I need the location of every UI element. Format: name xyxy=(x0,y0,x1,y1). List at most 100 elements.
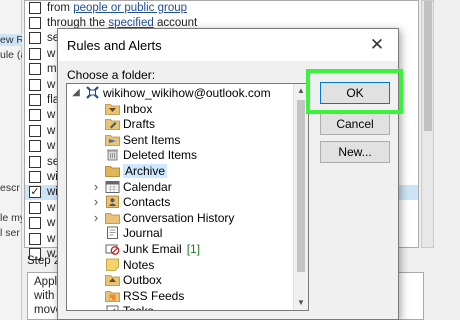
condition-row[interactable]: m xyxy=(29,62,57,77)
condition-row[interactable]: w xyxy=(29,108,55,123)
expand-icon[interactable]: › xyxy=(91,194,101,210)
condition-checkbox[interactable] xyxy=(29,170,41,183)
folder-item[interactable]: Notes xyxy=(67,257,293,273)
condition-row[interactable]: wi xyxy=(29,169,58,184)
dialog-titlebar: Rules and Alerts ✕ xyxy=(58,29,398,61)
journal-icon xyxy=(105,226,120,240)
folder-icon xyxy=(105,211,120,224)
condition-row[interactable]: from people or public group xyxy=(29,0,187,15)
folder-item[interactable]: Junk Email [1] xyxy=(67,241,293,257)
wizard-left-fragment: ew R xyxy=(0,34,22,46)
folder-item[interactable]: Journal xyxy=(67,225,293,241)
condition-checkbox[interactable] xyxy=(29,232,41,245)
tasks-icon xyxy=(105,304,120,310)
condition-row[interactable]: w xyxy=(29,46,55,61)
folder-label: Outbox xyxy=(123,273,162,288)
scroll-down-icon[interactable]: ▼ xyxy=(294,296,308,310)
new-folder-button[interactable]: New... xyxy=(320,141,390,163)
unread-count: [1] xyxy=(186,242,201,256)
condition-row[interactable]: w xyxy=(29,200,55,215)
folder-tree-scrollbar-thumb[interactable] xyxy=(297,100,305,272)
condition-checkbox[interactable] xyxy=(29,32,41,45)
folder-label: Sent Items xyxy=(123,132,181,147)
folder-item[interactable]: Archive xyxy=(67,163,293,179)
folder-label: Inbox xyxy=(123,101,153,116)
rss-feeds-icon xyxy=(105,289,120,302)
condition-row[interactable]: se xyxy=(29,154,59,169)
ok-button-highlight xyxy=(306,69,403,114)
condition-row[interactable]: se xyxy=(29,31,59,46)
folder-item[interactable]: › Calendar xyxy=(67,179,293,195)
condition-checkbox[interactable] xyxy=(29,63,41,76)
condition-checkbox[interactable] xyxy=(29,78,41,91)
wizard-left-pane: ew R ule (a escr le my l ser xyxy=(0,0,22,320)
condition-row[interactable]: w xyxy=(29,216,55,231)
expand-icon[interactable]: › xyxy=(91,179,101,195)
folder-item[interactable]: Tasks xyxy=(67,303,293,310)
folder-item[interactable]: ◢ wikihow_wikihow@outlook.com xyxy=(67,85,293,101)
folder-label: Deleted Items xyxy=(123,148,198,163)
condition-checkbox[interactable] xyxy=(29,109,41,122)
folder-label: Drafts xyxy=(123,117,156,132)
folder-item[interactable]: RSS Feeds xyxy=(67,288,293,304)
contacts-icon xyxy=(105,195,120,209)
condition-text: w xyxy=(47,47,56,60)
folder-tree-scrollbar[interactable]: ▲ ▼ xyxy=(293,84,308,310)
folder-label: Calendar xyxy=(123,179,172,194)
condition-checkbox[interactable] xyxy=(29,93,41,106)
condition-checkbox[interactable] xyxy=(29,217,41,230)
folder-label: RSS Feeds xyxy=(123,288,185,303)
condition-text: w xyxy=(47,232,56,245)
condition-checkbox[interactable] xyxy=(29,16,41,29)
condition-checkbox[interactable]: ✓ xyxy=(29,186,41,199)
condition-checkbox[interactable] xyxy=(29,155,41,168)
condition-row[interactable]: w xyxy=(29,77,55,92)
condition-row[interactable]: w xyxy=(29,231,55,246)
conditions-scrollbar[interactable] xyxy=(421,0,434,248)
folder-label: wikihow_wikihow@outlook.com xyxy=(103,86,271,100)
calendar-icon xyxy=(105,180,120,193)
condition-checkbox[interactable] xyxy=(29,140,41,153)
folder-item[interactable]: › Conversation History xyxy=(67,210,293,226)
sent-items-icon xyxy=(105,133,120,146)
folder-item[interactable]: Outbox xyxy=(67,272,293,288)
condition-link[interactable]: people or public group xyxy=(73,2,187,14)
cancel-button[interactable]: Cancel xyxy=(320,113,390,135)
folder-label: Junk Email [1] xyxy=(123,242,201,256)
folder-item[interactable]: Deleted Items xyxy=(67,147,293,163)
condition-row[interactable]: fla xyxy=(29,92,59,107)
folder-label: Conversation History xyxy=(123,210,235,225)
folder-item[interactable]: › Contacts xyxy=(67,194,293,210)
folder-label: Archive xyxy=(123,164,168,178)
folder-item[interactable]: Inbox xyxy=(67,101,293,117)
collapse-icon[interactable]: ◢ xyxy=(71,85,81,101)
condition-checkbox[interactable] xyxy=(29,47,41,60)
condition-text: m xyxy=(47,63,57,76)
condition-checkbox[interactable] xyxy=(29,124,41,137)
condition-text: w xyxy=(47,217,56,230)
folder-item[interactable]: Drafts xyxy=(67,116,293,132)
choose-folder-label: Choose a folder: xyxy=(67,68,156,82)
folder-tree[interactable]: ◢ wikihow_wikihow@outlook.com Inbox Drafts S… xyxy=(66,83,309,311)
folder-label: Notes xyxy=(123,257,155,272)
conditions-scrollbar-thumb[interactable] xyxy=(424,1,432,131)
condition-checkbox[interactable] xyxy=(29,201,41,214)
close-icon[interactable]: ✕ xyxy=(366,34,388,56)
inbox-icon xyxy=(105,102,120,115)
outbox-icon xyxy=(105,273,120,287)
step-2-label: Step 2 xyxy=(27,255,61,267)
folder-label: Journal xyxy=(123,226,163,241)
condition-row[interactable]: w xyxy=(29,139,55,154)
condition-text: w xyxy=(47,201,56,214)
condition-text: w xyxy=(47,78,56,91)
condition-text: from xyxy=(47,1,74,14)
deleted-items-icon xyxy=(105,148,120,161)
wizard-left-fragment: le my xyxy=(0,212,22,224)
condition-checkbox[interactable] xyxy=(29,1,41,14)
folder-item[interactable]: Sent Items xyxy=(67,132,293,148)
archive-icon xyxy=(105,164,120,177)
wizard-left-fragment: l ser xyxy=(0,227,20,239)
expand-icon[interactable]: › xyxy=(91,210,101,226)
condition-text: w xyxy=(47,140,56,153)
condition-row[interactable]: w xyxy=(29,123,55,138)
